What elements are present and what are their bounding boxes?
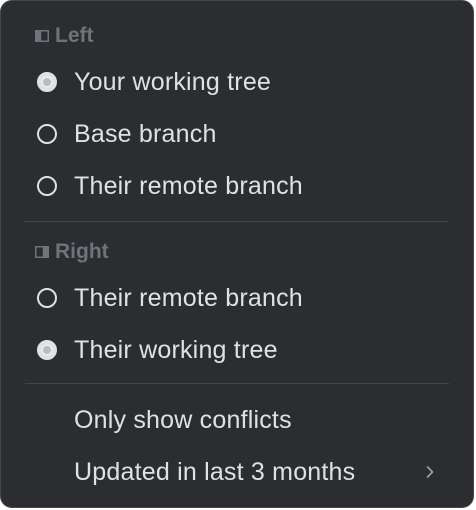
updated-label: Updated in last 3 months xyxy=(74,457,356,486)
section-header-left: Left xyxy=(35,22,94,50)
radio-unselected-icon[interactable] xyxy=(37,288,57,308)
radio-selected-icon[interactable] xyxy=(37,72,57,92)
option-label: Your working tree xyxy=(74,67,272,96)
diff-options-menu: Left Your working tree Base branch Their… xyxy=(0,0,474,508)
option-label: Their remote branch xyxy=(74,171,303,200)
only-show-conflicts-item[interactable]: Only show conflicts xyxy=(1,398,473,442)
option-left-base-branch[interactable]: Base branch xyxy=(1,112,473,156)
chevron-right-icon xyxy=(426,466,434,478)
option-left-their-remote-branch[interactable]: Their remote branch xyxy=(1,164,473,208)
option-left-your-working-tree[interactable]: Your working tree xyxy=(1,60,473,104)
updated-in-last-3-months-item[interactable]: Updated in last 3 months xyxy=(1,450,473,494)
panel-left-icon xyxy=(35,30,49,42)
option-label: Base branch xyxy=(74,119,217,148)
radio-unselected-icon[interactable] xyxy=(37,124,57,144)
option-label: Their working tree xyxy=(74,335,278,364)
separator xyxy=(25,221,449,222)
panel-right-icon xyxy=(35,246,49,258)
only-show-conflicts-label: Only show conflicts xyxy=(74,405,292,434)
option-right-their-remote-branch[interactable]: Their remote branch xyxy=(1,276,473,320)
option-right-their-working-tree[interactable]: Their working tree xyxy=(1,328,473,372)
radio-unselected-icon[interactable] xyxy=(37,176,57,196)
section-header-right-label: Right xyxy=(55,240,109,263)
radio-selected-icon[interactable] xyxy=(37,340,57,360)
option-label: Their remote branch xyxy=(74,283,303,312)
section-header-left-label: Left xyxy=(55,24,94,47)
section-header-right: Right xyxy=(35,238,109,266)
separator xyxy=(25,383,449,384)
